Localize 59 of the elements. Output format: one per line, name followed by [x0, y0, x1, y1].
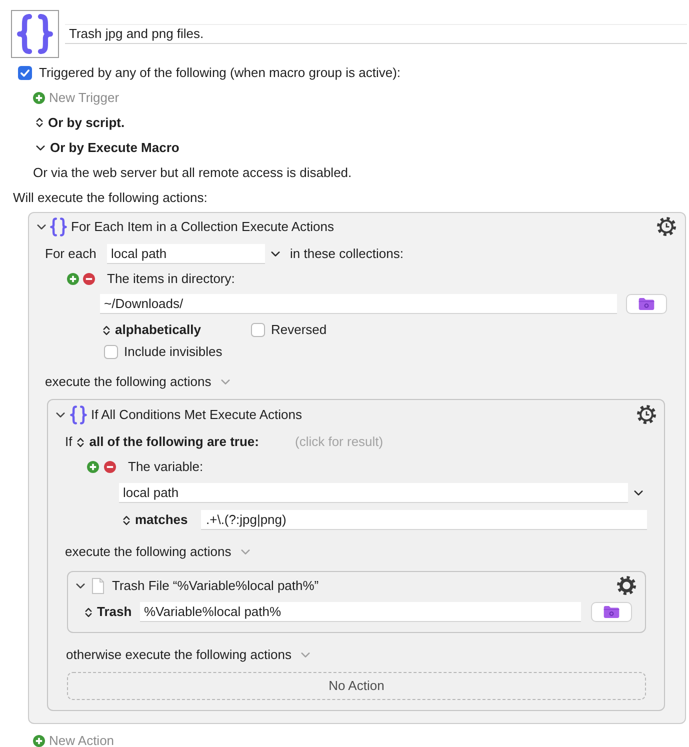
- chevron-down-icon[interactable]: [76, 582, 85, 588]
- if-label: If: [65, 434, 72, 450]
- collections-label: in these collections:: [290, 246, 404, 262]
- section-label: otherwise execute the following actions: [66, 647, 292, 663]
- choose-folder-button[interactable]: [591, 602, 632, 622]
- macro-name-field[interactable]: Trash jpg and png files.: [65, 24, 687, 44]
- sort-order-popup[interactable]: alphabetically: [103, 322, 201, 338]
- condition-label: The variable:: [128, 459, 204, 475]
- web-server-note: Or via the web server but all remote access is disabled.: [33, 164, 352, 180]
- checkbox-label: Include invisibles: [124, 344, 222, 360]
- file-path-field[interactable]: %Variable%local path%: [140, 602, 581, 622]
- checkbox[interactable]: [251, 323, 265, 337]
- plus-circle-icon[interactable]: [67, 273, 79, 285]
- trigger-option[interactable]: Or by Execute Macro: [36, 140, 180, 156]
- checkbox-label: Reversed: [271, 322, 327, 338]
- braces-icon: [70, 404, 87, 424]
- variable-field[interactable]: local path: [107, 244, 265, 264]
- for-each-label: For each: [45, 246, 98, 262]
- braces-icon: [50, 216, 67, 236]
- folder-icon: [638, 297, 655, 311]
- chevron-down-icon[interactable]: [634, 490, 643, 496]
- collection-label: The items in directory:: [107, 271, 235, 287]
- plus-circle-icon[interactable]: [33, 92, 45, 104]
- up-down-chevron-icon: [77, 436, 84, 448]
- pattern-field[interactable]: .+\.(?:jpg|png): [201, 510, 647, 530]
- action-title: If All Conditions Met Execute Actions: [91, 406, 302, 422]
- action-title: Trash File “%Variable%local path%”: [112, 578, 319, 594]
- plus-circle-icon[interactable]: [87, 461, 99, 473]
- checkbox[interactable]: [104, 345, 118, 359]
- action-drop-zone[interactable]: No Action: [67, 672, 646, 700]
- condition-mode-popup[interactable]: all of the following are true:: [77, 434, 259, 450]
- minus-circle-icon[interactable]: [83, 273, 95, 285]
- directory-path-field[interactable]: ~/Downloads/: [100, 294, 617, 314]
- operator-popup[interactable]: matches: [123, 512, 188, 528]
- section-label: execute the following actions: [65, 544, 232, 560]
- chevron-down-icon[interactable]: [271, 251, 280, 257]
- gear-clock-icon[interactable]: [637, 405, 656, 424]
- action-title: For Each Item in a Collection Execute Actions: [71, 218, 334, 234]
- trigger-label: Triggered by any of the following (when macro group is active):: [39, 64, 401, 80]
- checkbox[interactable]: [18, 66, 32, 80]
- folder-icon: [603, 605, 620, 619]
- gear-icon[interactable]: [617, 576, 636, 595]
- braces-icon[interactable]: [11, 10, 59, 58]
- chevron-down-icon[interactable]: [56, 412, 65, 418]
- section-label: execute the following actions: [45, 374, 212, 390]
- trigger-option[interactable]: Or by script.: [36, 114, 125, 130]
- up-down-chevron-icon: [123, 514, 130, 526]
- variable-field[interactable]: local path: [119, 483, 628, 503]
- up-down-chevron-icon: [103, 324, 110, 336]
- chevron-down-icon[interactable]: [37, 224, 46, 230]
- no-action-placeholder: No Action: [328, 678, 384, 694]
- choose-folder-button[interactable]: [626, 294, 667, 314]
- operation-popup[interactable]: Trash: [85, 604, 132, 620]
- actions-heading: Will execute the following actions:: [13, 190, 208, 206]
- up-down-chevron-icon: [85, 606, 92, 618]
- minus-circle-icon[interactable]: [104, 461, 116, 473]
- plus-circle-icon[interactable]: [33, 735, 45, 747]
- document-icon: [92, 578, 104, 594]
- gear-clock-icon[interactable]: [657, 217, 676, 236]
